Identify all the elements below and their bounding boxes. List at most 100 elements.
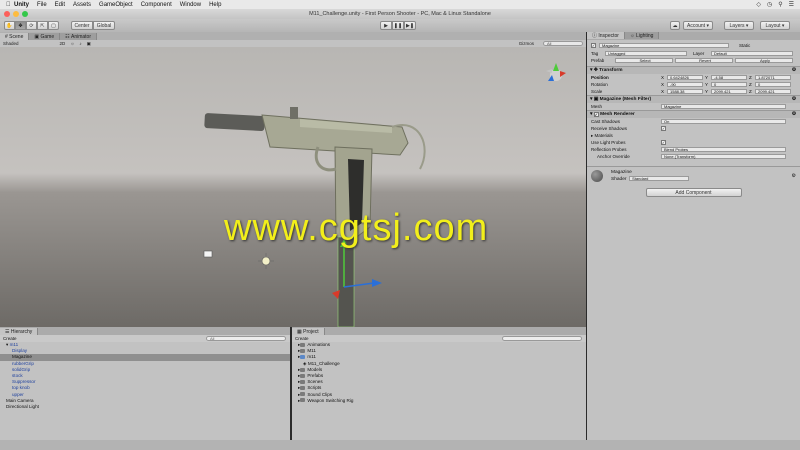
shader-dropdown[interactable]: Standard <box>629 175 690 181</box>
cast-shadows-dropdown[interactable]: On <box>661 119 786 124</box>
apple-icon[interactable]:  <box>6 2 14 8</box>
gizmos-dropdown[interactable]: Gizmos <box>519 41 534 46</box>
project-search-input[interactable] <box>502 336 582 341</box>
static-toggle[interactable]: Static <box>739 43 750 48</box>
scene-search-input[interactable]: All <box>543 41 583 46</box>
mode-2d-toggle[interactable]: 2D <box>60 41 66 46</box>
menu-window[interactable]: Window <box>180 2 201 8</box>
scale-tool-button[interactable]: ⇱ <box>37 21 48 30</box>
x-label: X <box>661 75 665 80</box>
component-settings-icon[interactable]: ⚙ <box>792 173 796 179</box>
menu-help[interactable]: Help <box>209 2 221 8</box>
position-y-field[interactable]: -4.58 <box>711 75 747 80</box>
notification-icon[interactable]: ☰ <box>789 1 794 8</box>
project-create-dropdown[interactable]: Create <box>295 336 309 341</box>
scene-viewport[interactable]: www.cgtsj.com <box>0 47 586 327</box>
scale-y-field[interactable]: 2099.421 <box>711 89 747 94</box>
prefab-select-button[interactable]: Select <box>615 58 673 63</box>
tab-inspector[interactable]: ⓘ Inspector <box>587 32 625 39</box>
mesh-renderer-enabled-checkbox[interactable]: ✓ <box>593 112 599 117</box>
mesh-field[interactable]: Magazine <box>661 104 786 109</box>
move-tool-button[interactable]: ✥ <box>15 21 26 30</box>
reflection-probes-dropdown[interactable]: Blend Probes <box>661 147 786 152</box>
prefab-revert-button[interactable]: Revert <box>675 58 733 63</box>
lighting-toggle-icon[interactable]: ☼ <box>70 41 74 46</box>
space-global-toggle[interactable]: Global <box>93 21 115 30</box>
cloud-icon[interactable]: ☁ <box>670 21 680 30</box>
prefab-apply-button[interactable]: Apply <box>735 58 793 63</box>
project-item-label: Prefabs <box>307 372 324 378</box>
menu-gameobject[interactable]: GameObject <box>99 2 133 8</box>
tab-scene[interactable]: # Scene <box>0 33 30 40</box>
object-name-field[interactable]: Magazine <box>599 43 729 48</box>
menu-component[interactable]: Component <box>141 2 172 8</box>
step-button[interactable]: ▶❚ <box>404 21 416 30</box>
menu-unity[interactable]: Unity <box>14 2 29 8</box>
rotation-z-field[interactable]: 0 <box>755 82 791 87</box>
tab-hierarchy-label: Hierarchy <box>10 328 33 335</box>
tab-project[interactable]: ▦ Project <box>292 328 325 335</box>
zoom-window-button[interactable] <box>22 11 28 17</box>
layout-dropdown[interactable]: Layout ▾ <box>760 21 790 30</box>
hand-tool-button[interactable]: ✋ <box>4 21 15 30</box>
dropbox-icon[interactable]: ◇ <box>756 1 761 8</box>
scale-x-field[interactable]: 1588.38 <box>667 89 703 94</box>
minimize-window-button[interactable] <box>13 11 19 17</box>
pivot-center-toggle[interactable]: Center <box>71 21 93 30</box>
add-component-button[interactable]: Add Component <box>645 188 742 197</box>
folder-icon <box>300 392 306 397</box>
light-probes-checkbox[interactable]: ✓ <box>661 140 666 145</box>
anchor-override-field[interactable]: None (Transform) <box>661 154 786 159</box>
clock-icon[interactable]: ◷ <box>767 1 772 8</box>
mesh-renderer-component-header[interactable]: ▾ ✓ Mesh Renderer ⚙ <box>587 110 800 118</box>
object-active-checkbox[interactable]: ✓ <box>591 43 596 48</box>
hierarchy-create-dropdown[interactable]: Create <box>3 336 17 341</box>
account-dropdown[interactable]: Account ▾ <box>683 21 713 30</box>
layer-dropdown[interactable]: Default <box>711 51 793 56</box>
scale-z-field[interactable]: 2099.421 <box>755 89 791 94</box>
close-window-button[interactable] <box>4 11 10 17</box>
tag-layer-row: Tag Untagged Layer Default <box>587 50 800 57</box>
rotation-x-field[interactable]: -90 <box>667 82 703 87</box>
menu-edit[interactable]: Edit <box>55 2 65 8</box>
component-settings-icon[interactable]: ⚙ <box>792 97 796 102</box>
reflection-probes-row: Reflection Probes Blend Probes <box>587 146 800 153</box>
material-name: Magazine <box>611 169 632 175</box>
component-settings-icon[interactable]: ⚙ <box>792 112 796 117</box>
mesh-label: Mesh <box>591 104 603 109</box>
menu-assets[interactable]: Assets <box>73 2 91 8</box>
layers-dropdown[interactable]: Layers ▾ <box>724 21 754 30</box>
tab-game[interactable]: ▣ Game <box>29 33 61 40</box>
main-toolbar: ✋ ✥ ⟳ ⇱ ▢ Center Global ▶ ❚❚ ▶❚ ☁ Accoun… <box>0 19 800 32</box>
tab-lighting[interactable]: ☼ Lighting <box>624 32 660 39</box>
search-icon[interactable]: ⚲ <box>778 1 782 8</box>
transform-component-header[interactable]: ▾ ✥ Transform ⚙ <box>587 66 800 74</box>
project-item-label: M11 <box>307 348 316 354</box>
materials-row[interactable]: ▸ Materials <box>587 132 800 139</box>
add-component-row: Add Component <box>587 188 800 197</box>
position-x-field[interactable]: 0.6424826 <box>667 75 703 80</box>
play-controls: ▶ ❚❚ ▶❚ <box>380 21 416 30</box>
audio-toggle-icon[interactable]: ♪ <box>79 41 81 46</box>
shading-mode-dropdown[interactable]: Shaded <box>3 41 19 46</box>
inspector-tab-bar: ⓘ Inspector ☼ Lighting <box>587 32 800 40</box>
hierarchy-item-directional-light[interactable]: Directional Light <box>0 404 290 410</box>
menu-file[interactable]: File <box>37 2 47 8</box>
hierarchy-search-input[interactable]: All <box>206 336 286 341</box>
pause-button[interactable]: ❚❚ <box>392 21 404 30</box>
tab-hierarchy[interactable]: ☰ Hierarchy <box>0 328 39 335</box>
rect-tool-button[interactable]: ▢ <box>48 21 59 30</box>
mesh-filter-component-header[interactable]: ▾ ▣ Magazine (Mesh Filter) ⚙ <box>587 95 800 103</box>
effects-toggle-icon[interactable]: ▣ <box>87 41 91 47</box>
orientation-gizmo[interactable] <box>546 63 566 81</box>
project-item-weapon-switching-rig[interactable]: ▸ Weapon Switching Rig <box>292 398 586 404</box>
component-settings-icon[interactable]: ⚙ <box>792 68 796 73</box>
tab-animator[interactable]: ☷ Animator <box>60 33 97 40</box>
account-label: Account <box>687 22 706 29</box>
tag-dropdown[interactable]: Untagged <box>605 51 687 56</box>
rotate-tool-button[interactable]: ⟳ <box>26 21 37 30</box>
play-button[interactable]: ▶ <box>380 21 392 30</box>
receive-shadows-checkbox[interactable]: ✓ <box>661 126 666 131</box>
rotation-y-field[interactable]: 0 <box>711 82 747 87</box>
position-z-field[interactable]: 1.872071 <box>755 75 791 80</box>
